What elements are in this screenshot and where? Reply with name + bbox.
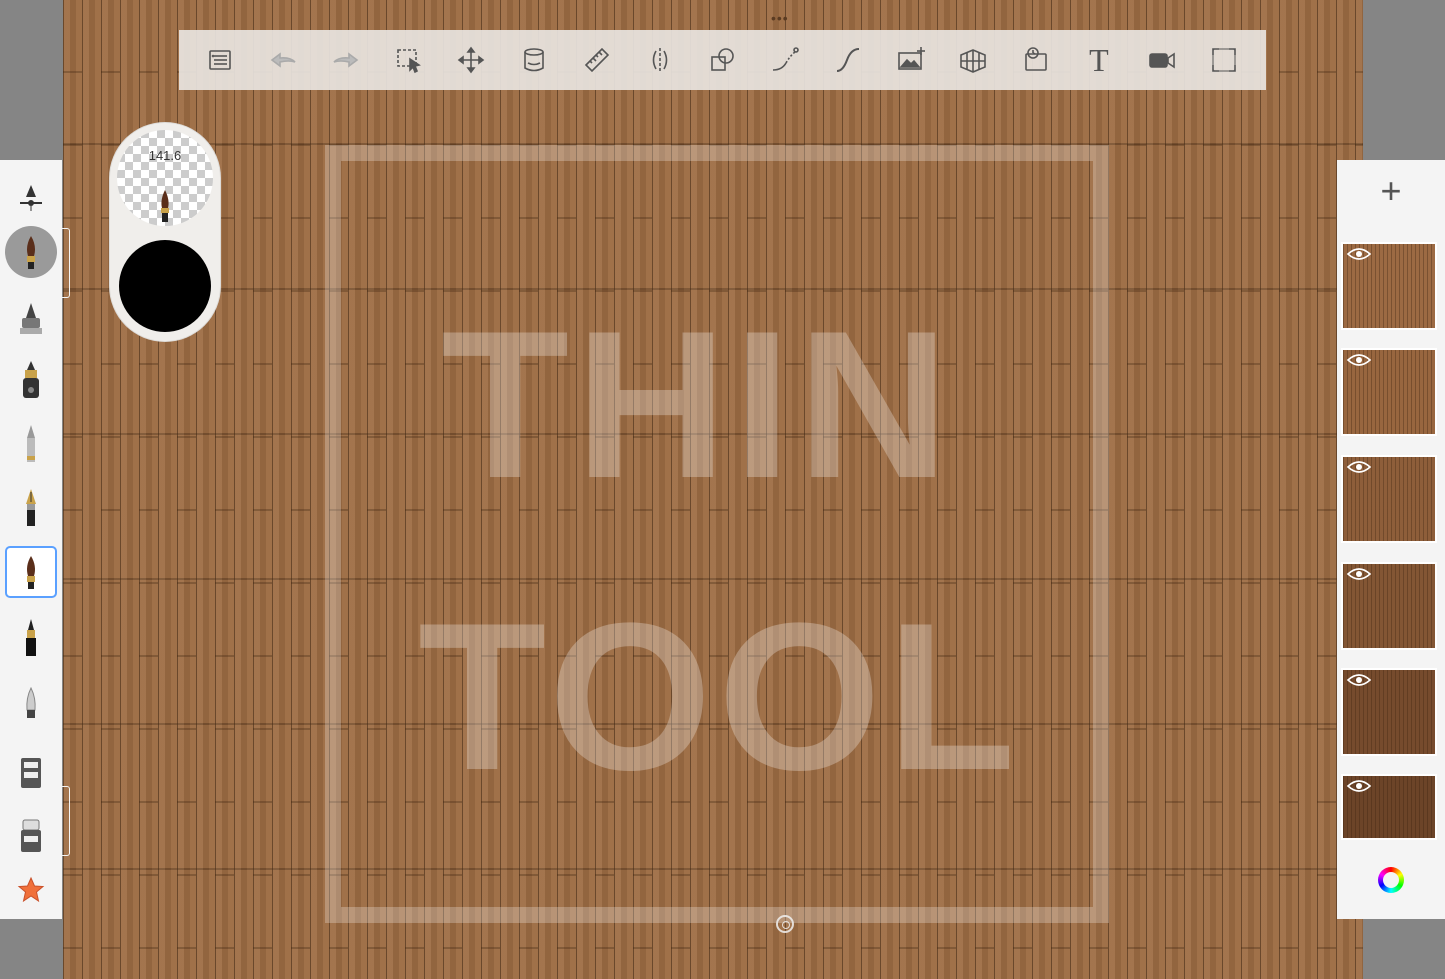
canvas-rotate-handle[interactable]: [776, 915, 794, 933]
puck-brush-icon: [161, 190, 169, 222]
round-brush-icon[interactable]: [5, 546, 57, 598]
selection-icon[interactable]: [387, 38, 431, 82]
layer-thumbnail[interactable]: [1341, 242, 1437, 330]
brush-settings-icon[interactable]: [5, 172, 57, 224]
airbrush-icon[interactable]: [5, 292, 57, 344]
soft-eraser-icon[interactable]: [5, 678, 57, 730]
brush-bar-tab-upper[interactable]: [62, 228, 70, 298]
time-lapse-icon[interactable]: [1014, 38, 1058, 82]
import-image-icon[interactable]: [889, 38, 933, 82]
fine-liner-icon[interactable]: [5, 612, 57, 664]
ink-pen-icon[interactable]: [5, 482, 57, 534]
layer-thumbnail[interactable]: [1341, 668, 1437, 756]
eye-icon[interactable]: [1346, 459, 1372, 475]
smudge-icon[interactable]: [5, 746, 57, 798]
eye-icon[interactable]: [1346, 778, 1372, 794]
current-color-swatch[interactable]: [119, 240, 211, 332]
shapes-icon[interactable]: [700, 38, 744, 82]
steady-stroke-icon[interactable]: [763, 38, 807, 82]
fullscreen-icon[interactable]: [1202, 38, 1246, 82]
color-wheel-icon[interactable]: [1378, 867, 1404, 893]
transform-icon[interactable]: [449, 38, 493, 82]
ruler-icon[interactable]: [575, 38, 619, 82]
eye-icon[interactable]: [1346, 246, 1372, 262]
video-record-icon[interactable]: [1140, 38, 1184, 82]
curve-icon[interactable]: [826, 38, 870, 82]
layers-panel: +: [1337, 160, 1445, 919]
fill-bucket-icon[interactable]: [512, 38, 556, 82]
perspective-guide-icon[interactable]: [951, 38, 995, 82]
layer-thumbnail[interactable]: [1341, 455, 1437, 543]
undo-icon[interactable]: [261, 38, 305, 82]
eye-icon[interactable]: [1346, 566, 1372, 582]
watermark-text-tool: TOOL: [418, 579, 1022, 814]
toolbar-handle[interactable]: •••: [771, 10, 789, 26]
redo-icon[interactable]: [324, 38, 368, 82]
brush-size-opacity-puck[interactable]: 141.6: [117, 130, 213, 226]
main-toolbar: T: [179, 30, 1266, 90]
layer-thumbnail[interactable]: [1341, 348, 1437, 436]
brush-size-value: 141.6: [148, 148, 182, 163]
text-tool-label: T: [1089, 41, 1109, 78]
layer-thumbnail[interactable]: [1341, 774, 1437, 840]
brush-library-bar: [0, 160, 62, 919]
marker-icon[interactable]: [5, 354, 57, 406]
drawing-canvas[interactable]: THIN TOOL •••: [63, 0, 1363, 979]
eraser-icon[interactable]: [5, 810, 57, 862]
brush-bar-tab-lower[interactable]: [62, 786, 70, 856]
eye-icon[interactable]: [1346, 352, 1372, 368]
gallery-list-icon[interactable]: [198, 38, 242, 82]
favorite-star-icon[interactable]: [5, 864, 57, 916]
pencil-icon[interactable]: [5, 418, 57, 470]
add-layer-button[interactable]: +: [1337, 160, 1445, 222]
text-icon[interactable]: T: [1077, 38, 1121, 82]
symmetry-icon[interactable]: [638, 38, 682, 82]
brush-puck[interactable]: 141.6: [109, 122, 221, 342]
paint-brush-icon[interactable]: [5, 226, 57, 278]
layer-thumbnail[interactable]: [1341, 562, 1437, 650]
eye-icon[interactable]: [1346, 672, 1372, 688]
watermark-text-thin: THIN: [441, 287, 955, 522]
